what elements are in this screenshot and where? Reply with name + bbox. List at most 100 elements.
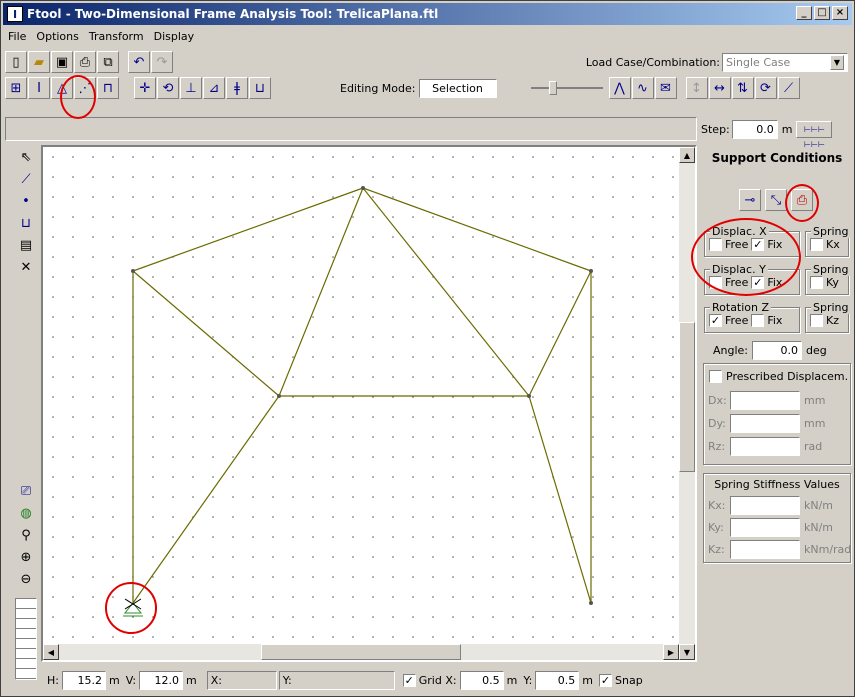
vertical-scrollbar[interactable]: ▲ ▼ [679,147,695,660]
displac-y-label: Displac. Y [710,263,768,276]
deformed-icon[interactable]: ∿ [631,77,654,99]
dx-input[interactable] [730,391,800,410]
section-icon[interactable]: I [28,77,50,99]
inclined-support-icon[interactable]: ⎙ [791,189,813,211]
distributed-load-icon[interactable]: ⊥ [180,77,202,99]
vertical-scroll-thumb[interactable] [679,322,695,472]
delete-icon[interactable]: ✕ [15,256,37,278]
minimize-button[interactable]: _ [796,6,812,20]
temperature-icon[interactable]: ǂ [226,77,248,99]
print-icon[interactable]: ⎙ [74,51,96,73]
new-file-icon[interactable]: ▯ [5,51,27,73]
fit-screen-icon[interactable]: ⎚ [15,480,37,502]
select-arrow-icon[interactable]: ⇖ [15,146,37,168]
ky-input[interactable] [730,518,800,537]
kx-input[interactable] [730,496,800,515]
step-input[interactable]: 0.0 [731,119,778,139]
v-label: V: [125,673,137,687]
menu-file[interactable]: File [3,30,31,43]
displac-y-fix-checkbox[interactable]: ✓ [751,276,765,289]
kz-label: Kz: [708,543,725,556]
dx-label: Dx: [708,394,727,407]
spring-x-label: Spring [811,225,851,238]
undo-icon[interactable]: ↶ [128,51,150,73]
prescribed-checkbox[interactable] [709,370,722,383]
menu-transform[interactable]: Transform [84,30,149,43]
spring-kx-checkbox[interactable] [810,238,823,251]
envelope-icon[interactable]: ✉ [654,77,677,99]
displac-y-free-checkbox[interactable] [709,276,722,289]
line-icon[interactable]: ⟋ [777,77,800,99]
v-input[interactable]: 12.0 [139,670,184,690]
spring-ky-label: Ky [826,276,839,289]
save-icon[interactable]: ▣ [51,51,73,73]
load-moment-icon[interactable]: ⟲ [157,77,179,99]
rz-input[interactable] [730,437,800,456]
scroll-down-icon[interactable]: ▼ [679,644,695,660]
dy-input[interactable] [730,414,800,433]
mesh-icon[interactable]: ▤ [15,234,37,256]
redo-icon[interactable]: ↷ [151,51,173,73]
rotate-support-icon[interactable]: ⤡ [765,189,787,211]
member-load-icon[interactable]: ⊔ [249,77,271,99]
scroll-right-icon[interactable]: ▶ [663,644,679,660]
grid-x-input[interactable]: 0.5 [459,670,504,690]
grid-y-unit: m [582,673,593,687]
displac-x-free-checkbox[interactable] [709,238,722,251]
draw-member-icon[interactable]: ⟋ [15,168,37,190]
kz-unit: kNm/rad [804,543,852,556]
kz-input[interactable] [730,540,800,559]
angle-input[interactable]: 0.0 [752,341,803,360]
displac-x-fix-checkbox[interactable]: ✓ [751,238,765,251]
moment-icon[interactable]: ⇅ [731,77,754,99]
axial-icon[interactable]: ↕ [685,77,708,99]
support-icon[interactable]: △ [51,77,73,99]
editing-mode-field[interactable]: Selection [418,78,497,98]
ruler-icon[interactable]: ⊢⊢⊢ ⊢⊢⊢ [796,120,833,149]
zoom-icon[interactable]: ⚲ [15,524,37,546]
scroll-left-icon[interactable]: ◀ [43,644,59,660]
angle-label: Angle: [713,344,749,357]
grid-y-input[interactable]: 0.5 [535,670,580,690]
close-button[interactable]: × [832,6,848,20]
spring-ky-checkbox[interactable] [810,276,823,289]
insert-node-icon[interactable]: • [15,190,37,212]
chevron-down-icon[interactable]: ▼ [830,54,844,70]
dimension-icon[interactable]: ⊔ [15,212,37,234]
frame-icon[interactable]: ⊓ [97,77,119,99]
scale-slider[interactable] [530,80,603,96]
spring-icon[interactable]: ⋰ [74,77,96,99]
globe-icon[interactable]: ◍ [15,502,37,524]
editing-mode-label: Editing Mode: [340,81,416,95]
diagram-icon[interactable]: ⋀ [608,77,631,99]
node-support-icon[interactable]: ⊸ [739,189,761,211]
h-input[interactable]: 15.2 [61,670,106,690]
rz-label: Rz: [708,440,726,453]
load-node-icon[interactable]: ✛ [134,77,156,99]
zoom-out-icon[interactable]: ⊖ [15,568,37,590]
shear-icon[interactable]: ↔ [708,77,731,99]
drawing-canvas[interactable]: ▲ ▼ ◀ ▶ [41,145,697,662]
load-case-select[interactable]: Single Case ▼ [722,52,848,72]
maximize-button[interactable]: □ [814,6,830,20]
rotation-z-free-checkbox[interactable]: ✓ [709,314,722,327]
menu-options[interactable]: Options [31,30,83,43]
grid-checkbox[interactable]: ✓ [402,673,416,687]
menu-display[interactable]: Display [149,30,200,43]
horizontal-scroll-thumb[interactable] [261,644,461,660]
support-type-buttons: ⊸ ⤡ ⎙ [739,189,814,211]
scroll-up-icon[interactable]: ▲ [679,147,695,163]
horizontal-scrollbar[interactable]: ◀ ▶ [43,644,679,660]
dx-unit: mm [804,394,826,407]
spring-kz-checkbox[interactable] [810,314,823,327]
prescribed-label: Prescribed Displacem. [726,370,849,383]
toolbar-row-1: ▯ ▰ ▣ ⎙ ⧉ ↶ ↷ Load Case/Combination: Sin… [5,49,852,75]
rotation-z-fix-checkbox[interactable] [751,314,765,327]
open-folder-icon[interactable]: ▰ [28,51,50,73]
rotation-icon[interactable]: ⟳ [754,77,777,99]
linear-load-icon[interactable]: ⊿ [203,77,225,99]
snap-checkbox[interactable]: ✓ [599,673,612,687]
model-icon[interactable]: ⊞ [5,77,27,99]
zoom-in-icon[interactable]: ⊕ [15,546,37,568]
copy-icon[interactable]: ⧉ [97,51,119,73]
